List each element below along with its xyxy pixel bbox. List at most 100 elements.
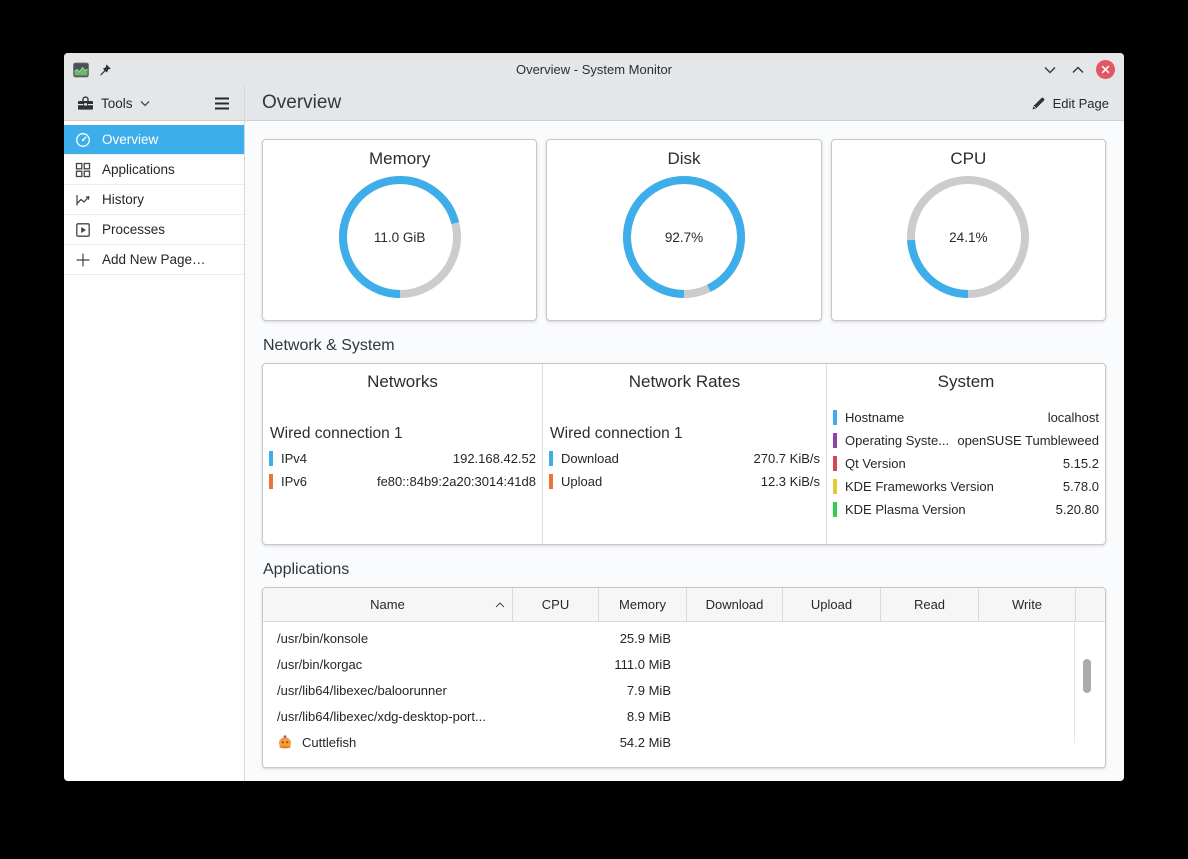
applications-table: Name CPU Memory Download Upload Read Wri…	[262, 587, 1106, 768]
column-header-upload[interactable]: Upload	[783, 588, 881, 621]
legend-value: 12.3 KiB/s	[753, 474, 820, 489]
sidebar-item-label: History	[102, 192, 144, 207]
disk-gauge-value: 92.7%	[620, 173, 748, 301]
sidebar-item-processes[interactable]: Processes	[64, 215, 244, 245]
networks-title: Networks	[269, 372, 536, 392]
legend-color-bar	[269, 474, 273, 489]
legend-label: KDE Frameworks Version	[845, 479, 994, 494]
legend-color-bar	[833, 502, 837, 517]
sort-ascending-icon	[495, 602, 505, 608]
network-rates-title: Network Rates	[549, 372, 820, 392]
legend-value: 192.168.42.52	[445, 451, 536, 466]
history-chart-icon	[74, 191, 92, 209]
legend-label: Operating Syste...	[845, 433, 949, 448]
app-icon	[73, 62, 89, 78]
overview-page: Memory 11.0 GiB Disk	[245, 121, 1124, 781]
toolbox-icon	[77, 96, 94, 111]
memory-card: Memory 11.0 GiB	[262, 139, 537, 321]
system-monitor-window: Overview - System Monitor	[64, 53, 1124, 781]
legend-label: Upload	[561, 474, 602, 489]
section-title-applications: Applications	[263, 559, 1106, 581]
plus-icon	[74, 251, 92, 269]
column-header-read[interactable]: Read	[881, 588, 979, 621]
sidebar-item-label: Overview	[102, 132, 158, 147]
sidebar-item-label: Applications	[102, 162, 175, 177]
table-row[interactable]: Cuttlefish 54.2 MiB	[263, 729, 1105, 755]
legend-row-download: Download 270.7 KiB/s	[549, 447, 820, 470]
sidebar-item-applications[interactable]: Applications	[64, 155, 244, 185]
memory-cell: 111.0 MiB	[599, 657, 687, 672]
legend-row-ipv4: IPv4 192.168.42.52	[269, 447, 536, 470]
process-name: /usr/bin/korgac	[263, 657, 513, 672]
gauge-icon	[74, 131, 92, 149]
sidebar-item-label: Add New Page…	[102, 252, 206, 267]
table-row[interactable]: /usr/bin/konsole 25.9 MiB	[263, 625, 1105, 651]
legend-value: 270.7 KiB/s	[746, 451, 821, 466]
hamburger-menu-icon[interactable]	[214, 97, 230, 110]
section-title-network-system: Network & System	[263, 335, 1106, 357]
column-header-name[interactable]: Name	[263, 588, 513, 621]
edit-page-button[interactable]: Edit Page	[1031, 96, 1109, 111]
memory-gauge-value: 11.0 GiB	[336, 173, 464, 301]
table-body: /usr/bin/konsole 25.9 MiB /usr/bin/korga…	[263, 622, 1105, 767]
system-title: System	[833, 372, 1099, 392]
legend-row-kde-frameworks: KDE Frameworks Version 5.78.0	[833, 475, 1099, 498]
legend-color-bar	[833, 410, 837, 425]
legend-color-bar	[549, 451, 553, 466]
table-row[interactable]: /usr/lib64/libexec/baloorunner 7.9 MiB	[263, 677, 1105, 703]
legend-row-kde-plasma: KDE Plasma Version 5.20.80	[833, 498, 1099, 521]
legend-color-bar	[549, 474, 553, 489]
sidebar: Overview Applications History	[64, 121, 245, 781]
legend-label: IPv4	[281, 451, 307, 466]
column-header-memory[interactable]: Memory	[599, 588, 687, 621]
column-header-write[interactable]: Write	[979, 588, 1076, 621]
networks-column: Networks Wired connection 1 IPv4 192.168…	[263, 364, 542, 544]
sidebar-item-history[interactable]: History	[64, 185, 244, 215]
sidebar-item-label: Processes	[102, 222, 165, 237]
memory-cell: 25.9 MiB	[599, 631, 687, 646]
legend-color-bar	[833, 479, 837, 494]
tools-menu-button[interactable]: Tools	[77, 96, 150, 111]
titlebar[interactable]: Overview - System Monitor	[64, 53, 1124, 86]
table-row[interactable]: /usr/lib64/libexec/xdg-desktop-port... 8…	[263, 703, 1105, 729]
legend-label: IPv6	[281, 474, 307, 489]
memory-gauge: 11.0 GiB	[336, 173, 464, 301]
cpu-card-title: CPU	[950, 149, 986, 169]
sidebar-item-add-new-page[interactable]: Add New Page…	[64, 245, 244, 275]
network-rates-group-title: Wired connection 1	[550, 425, 820, 443]
desktop-background: Overview - System Monitor	[0, 0, 1188, 859]
sidebar-item-overview[interactable]: Overview	[64, 125, 244, 155]
networks-group-title: Wired connection 1	[270, 425, 536, 443]
legend-value: fe80::84b9:2a20:3014:41d8	[369, 474, 536, 489]
disk-card: Disk 92.7%	[546, 139, 821, 321]
pencil-icon	[1031, 96, 1046, 111]
toolbar: Tools Overview Edit Page	[64, 86, 1124, 121]
memory-card-title: Memory	[369, 149, 430, 169]
cpu-card: CPU 24.1%	[831, 139, 1106, 321]
minimize-icon[interactable]	[1040, 60, 1060, 80]
memory-cell: 54.2 MiB	[599, 735, 687, 750]
maximize-icon[interactable]	[1068, 60, 1088, 80]
process-name: /usr/lib64/libexec/xdg-desktop-port...	[263, 709, 513, 724]
disk-gauge: 92.7%	[620, 173, 748, 301]
legend-row-hostname: Hostname localhost	[833, 406, 1099, 429]
process-name: /usr/lib64/libexec/baloorunner	[263, 683, 513, 698]
close-icon[interactable]	[1096, 60, 1115, 79]
vertical-scrollbar[interactable]	[1083, 659, 1091, 693]
process-name: Cuttlefish	[302, 735, 356, 750]
system-column: System Hostname localhost Operating Syst…	[826, 364, 1105, 544]
cuttlefish-icon	[277, 734, 293, 750]
legend-value: 5.78.0	[1055, 479, 1099, 494]
legend-row-operating-system: Operating Syste... openSUSE Tumbleweed	[833, 429, 1099, 452]
legend-value: 5.20.80	[1048, 502, 1099, 517]
network-rates-column: Network Rates Wired connection 1 Downloa…	[542, 364, 826, 544]
column-header-download[interactable]: Download	[687, 588, 783, 621]
processes-icon	[74, 221, 92, 239]
window-title: Overview - System Monitor	[64, 62, 1124, 77]
pin-icon[interactable]	[98, 63, 112, 77]
disk-card-title: Disk	[667, 149, 700, 169]
legend-color-bar	[833, 433, 837, 448]
cpu-gauge: 24.1%	[904, 173, 1032, 301]
table-row[interactable]: /usr/bin/korgac 111.0 MiB	[263, 651, 1105, 677]
column-header-cpu[interactable]: CPU	[513, 588, 599, 621]
